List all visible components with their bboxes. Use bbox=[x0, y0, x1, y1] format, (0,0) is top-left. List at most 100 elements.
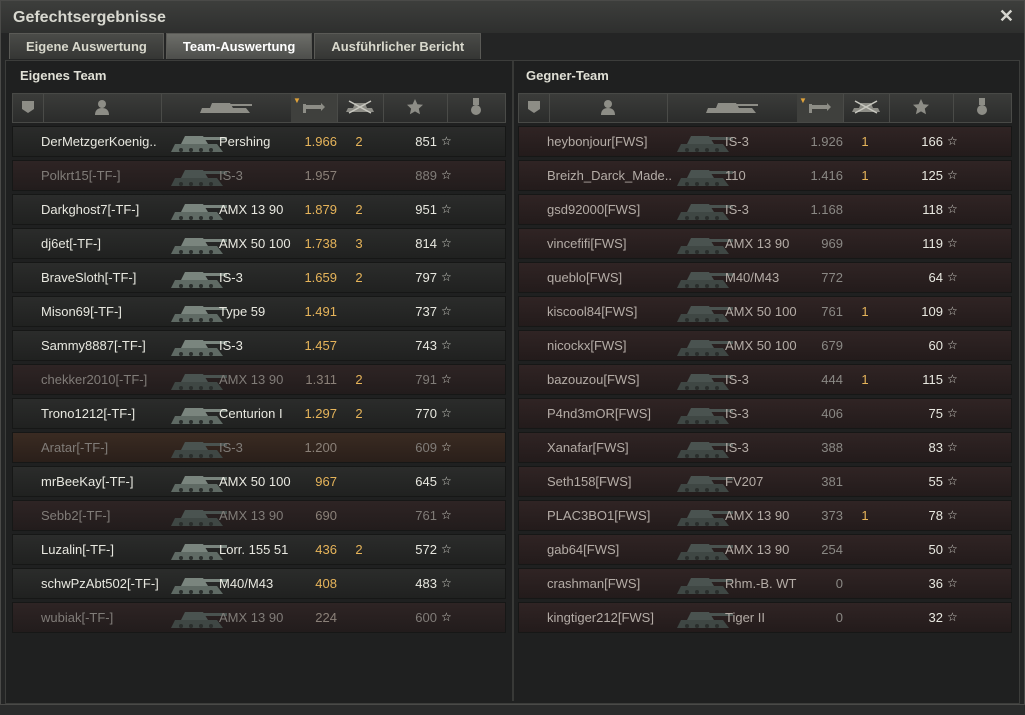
tank-name: Centurion I bbox=[219, 406, 283, 421]
damage-icon bbox=[303, 100, 325, 117]
tank-name: AMX 50 100 bbox=[219, 236, 291, 251]
kills-value: 1 bbox=[861, 508, 869, 523]
damage-value: 0 bbox=[835, 610, 843, 625]
xp-value: 483 bbox=[415, 576, 437, 591]
xp-value: 115 bbox=[922, 372, 943, 387]
enemy-player-row[interactable]: gsd92000[FWS] IS-3 1.168 118 ☆ bbox=[518, 194, 1012, 225]
xp-star-icon: ☆ bbox=[441, 304, 452, 318]
column-header-xp[interactable] bbox=[889, 94, 954, 122]
xp-icon bbox=[913, 98, 929, 118]
xp-star-icon: ☆ bbox=[441, 236, 452, 250]
own-player-row[interactable]: Aratar[-TF-] IS-3 1.200 609 ☆ bbox=[12, 432, 506, 463]
own-player-row[interactable]: wubiak[-TF-] AMX 13 90 224 600 ☆ bbox=[12, 602, 506, 633]
title-bar: Gefechtsergebnisse ✕ bbox=[1, 1, 1024, 33]
own-player-row[interactable]: Trono1212[-TF-] Centurion I 1.297 2 770 ☆ bbox=[12, 398, 506, 429]
medal-icon bbox=[470, 97, 482, 119]
player-name: Seth158[FWS] bbox=[547, 474, 632, 489]
own-player-row[interactable]: BraveSloth[-TF-] IS-3 1.659 2 797 ☆ bbox=[12, 262, 506, 293]
enemy-player-row[interactable]: kiscool84[FWS] AMX 50 100 761 1 109 ☆ bbox=[518, 296, 1012, 327]
column-header-squad[interactable] bbox=[519, 94, 550, 122]
own-player-row[interactable]: Sammy8887[-TF-] IS-3 1.457 743 ☆ bbox=[12, 330, 506, 361]
column-header-medal[interactable] bbox=[953, 94, 1012, 122]
column-header-tank[interactable] bbox=[667, 94, 798, 122]
tab-team[interactable]: Team-Auswertung bbox=[165, 33, 313, 59]
tank-name: Lorr. 155 51 bbox=[219, 542, 289, 557]
enemy-player-row[interactable]: P4nd3mOR[FWS] IS-3 406 75 ☆ bbox=[518, 398, 1012, 429]
tank-icon bbox=[704, 100, 760, 117]
tank-name: IS-3 bbox=[725, 372, 749, 387]
enemy-player-row[interactable]: crashman[FWS] Rhm.-B. WT 0 36 ☆ bbox=[518, 568, 1012, 599]
tank-name: Type 59 bbox=[219, 304, 266, 319]
kills-value bbox=[857, 263, 873, 292]
kills-value bbox=[351, 433, 367, 462]
own-player-row[interactable]: Polkrt15[-TF-] IS-3 1.957 889 ☆ bbox=[12, 160, 506, 191]
tank-name: AMX 13 90 bbox=[219, 202, 284, 217]
own-player-row[interactable]: Luzalin[-TF-] Lorr. 155 51 436 2 572 ☆ bbox=[12, 534, 506, 565]
damage-value: 761 bbox=[821, 304, 843, 319]
enemy-player-row[interactable]: bazouzou[FWS] IS-3 444 1 115 ☆ bbox=[518, 364, 1012, 395]
enemy-player-row[interactable]: nicockx[FWS] AMX 50 100 679 60 ☆ bbox=[518, 330, 1012, 361]
xp-star-icon: ☆ bbox=[947, 202, 958, 216]
column-header-damage[interactable]: ▼ bbox=[291, 94, 338, 122]
kills-value: 1 bbox=[861, 168, 869, 183]
damage-value: 408 bbox=[315, 576, 337, 591]
column-header-tank[interactable] bbox=[161, 94, 292, 122]
enemy-player-row[interactable]: Seth158[FWS] FV207 381 55 ☆ bbox=[518, 466, 1012, 497]
xp-star-icon: ☆ bbox=[947, 406, 958, 420]
enemy-player-row[interactable]: vincefifi[FWS] AMX 13 90 969 119 ☆ bbox=[518, 228, 1012, 259]
tab-detailed[interactable]: Ausführlicher Bericht bbox=[314, 33, 482, 59]
medal-icon bbox=[976, 97, 988, 119]
column-header-kills[interactable] bbox=[337, 94, 384, 122]
own-player-row[interactable]: schwPzAbt502[-TF-] M40/M43 408 483 ☆ bbox=[12, 568, 506, 599]
enemy-player-row[interactable]: PLAC3BO1[FWS] AMX 13 90 373 1 78 ☆ bbox=[518, 500, 1012, 531]
tab-personal[interactable]: Eigene Auswertung bbox=[9, 33, 164, 59]
own-player-row[interactable]: Darkghost7[-TF-] AMX 13 90 1.879 2 951 ☆ bbox=[12, 194, 506, 225]
damage-value: 1.416 bbox=[810, 168, 843, 183]
own-player-row[interactable]: DerMetzgerKoenig.. Pershing 1.966 2 851 ☆ bbox=[12, 126, 506, 157]
tank-name: IS-3 bbox=[725, 440, 749, 455]
kills-value bbox=[857, 433, 873, 462]
column-header-kills[interactable] bbox=[843, 94, 890, 122]
enemy-player-row[interactable]: gab64[FWS] AMX 13 90 254 50 ☆ bbox=[518, 534, 1012, 565]
player-name: wubiak[-TF-] bbox=[41, 610, 114, 625]
tank-name: M40/M43 bbox=[219, 576, 274, 591]
player-name: kiscool84[FWS] bbox=[547, 304, 638, 319]
player-name: gab64[FWS] bbox=[547, 542, 620, 557]
player-name: Breizh_Darck_Made.. bbox=[547, 168, 672, 183]
damage-value: 1.966 bbox=[304, 134, 337, 149]
column-header-medal[interactable] bbox=[447, 94, 506, 122]
player-name: Aratar[-TF-] bbox=[41, 440, 109, 455]
tank-name: IS-3 bbox=[725, 202, 749, 217]
close-icon[interactable]: ✕ bbox=[999, 6, 1014, 27]
squad-icon bbox=[21, 100, 35, 117]
damage-value: 772 bbox=[821, 270, 843, 285]
xp-star-icon: ☆ bbox=[947, 168, 958, 182]
enemy-player-row[interactable]: heybonjour[FWS] IS-3 1.926 1 166 ☆ bbox=[518, 126, 1012, 157]
xp-value: 50 bbox=[928, 542, 943, 557]
column-header-damage[interactable]: ▼ bbox=[797, 94, 844, 122]
own-player-row[interactable]: Mison69[-TF-] Type 59 1.491 737 ☆ bbox=[12, 296, 506, 327]
own-player-row[interactable]: mrBeeKay[-TF-] AMX 50 100 967 645 ☆ bbox=[12, 466, 506, 497]
column-header-squad[interactable] bbox=[13, 94, 44, 122]
xp-value: 951 bbox=[415, 202, 437, 217]
xp-star-icon: ☆ bbox=[441, 338, 452, 352]
own-player-row[interactable]: Sebb2[-TF-] AMX 13 90 690 761 ☆ bbox=[12, 500, 506, 531]
player-name: crashman[FWS] bbox=[547, 576, 641, 591]
enemy-player-row[interactable]: Breizh_Darck_Made.. 110 1.416 1 125 ☆ bbox=[518, 160, 1012, 191]
own-player-row[interactable]: dj6et[-TF-] AMX 50 100 1.738 3 814 ☆ bbox=[12, 228, 506, 259]
column-header-xp[interactable] bbox=[383, 94, 448, 122]
enemy-player-row[interactable]: Xanafar[FWS] IS-3 388 83 ☆ bbox=[518, 432, 1012, 463]
own-player-row[interactable]: chekker2010[-TF-] AMX 13 90 1.311 2 791 ☆ bbox=[12, 364, 506, 395]
damage-value: 679 bbox=[821, 338, 843, 353]
damage-value: 224 bbox=[315, 610, 337, 625]
enemy-player-row[interactable]: queblo[FWS] M40/M43 772 64 ☆ bbox=[518, 262, 1012, 293]
damage-icon bbox=[809, 100, 831, 117]
enemy-player-row[interactable]: kingtiger212[FWS] Tiger II 0 32 ☆ bbox=[518, 602, 1012, 633]
damage-value: 969 bbox=[821, 236, 843, 251]
results-content: Eigenes Team ▼ DerMetzgerKoenig.. Pershin… bbox=[5, 60, 1020, 704]
enemy-team-panel: Gegner-Team ▼ heybonjour[FWS] IS-3 1.926 1 1… bbox=[518, 65, 1014, 701]
column-header-player[interactable] bbox=[549, 94, 668, 122]
xp-star-icon: ☆ bbox=[441, 542, 452, 556]
column-header-player[interactable] bbox=[43, 94, 162, 122]
xp-star-icon: ☆ bbox=[441, 372, 452, 386]
